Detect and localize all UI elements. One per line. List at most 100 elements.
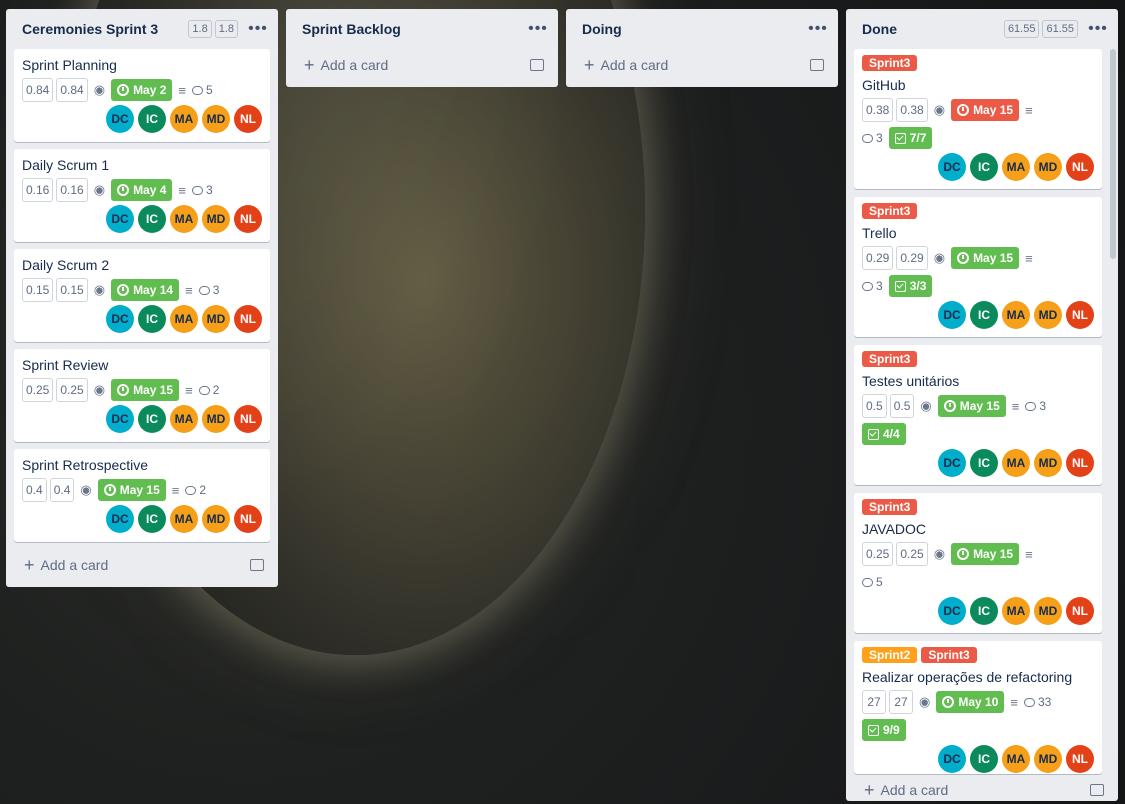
avatar[interactable]: NL <box>1066 301 1094 329</box>
list-scrollbar[interactable] <box>1110 49 1116 259</box>
avatar[interactable]: NL <box>234 405 262 433</box>
avatar[interactable]: IC <box>138 405 166 433</box>
card-members: DC IC MA MD NL <box>22 305 262 333</box>
avatar[interactable]: MA <box>1002 597 1030 625</box>
due-date-badge[interactable]: May 15 <box>951 247 1020 269</box>
card-daily-scrum-1[interactable]: Daily Scrum 1 0.16 0.16 ◉ May 4 ≡ 3 DC I… <box>14 149 270 242</box>
avatar[interactable]: NL <box>1066 449 1094 477</box>
more-icon[interactable]: ••• <box>246 20 270 38</box>
more-icon[interactable]: ••• <box>1086 20 1110 38</box>
avatar[interactable]: IC <box>138 505 166 533</box>
template-icon[interactable] <box>810 59 824 71</box>
spent-badge: 0.16 <box>56 178 88 202</box>
avatar[interactable]: IC <box>970 301 998 329</box>
avatar[interactable]: DC <box>938 597 966 625</box>
avatar[interactable]: MD <box>202 505 230 533</box>
avatar[interactable]: MA <box>1002 301 1030 329</box>
due-date-badge[interactable]: May 15 <box>951 543 1020 565</box>
template-icon[interactable] <box>250 559 264 571</box>
card-sprint-retrospective[interactable]: Sprint Retrospective 0.4 0.4 ◉ May 15 ≡ … <box>14 449 270 542</box>
card-title: Sprint Review <box>22 357 109 373</box>
avatar[interactable]: NL <box>234 105 262 133</box>
avatar[interactable]: MD <box>1034 301 1062 329</box>
avatar[interactable]: NL <box>234 205 262 233</box>
avatar[interactable]: IC <box>970 745 998 773</box>
card-title: JAVADOC <box>862 521 927 537</box>
clock-icon <box>117 284 130 296</box>
avatar[interactable]: MA <box>170 505 198 533</box>
avatar[interactable]: IC <box>138 205 166 233</box>
card-sprint-planning[interactable]: Sprint Planning 0.84 0.84 ◉ May 2 ≡ 5 DC… <box>14 49 270 142</box>
list-title[interactable]: Doing <box>582 21 798 37</box>
avatar[interactable]: IC <box>138 105 166 133</box>
template-icon[interactable] <box>530 59 544 71</box>
list-title[interactable]: Done <box>862 21 1001 37</box>
comments-count: 3 <box>876 279 883 293</box>
card-javadoc[interactable]: Sprint3 JAVADOC 0.25 0.25 ◉ May 15 ≡ 5 D… <box>854 493 1102 633</box>
avatar[interactable]: MA <box>170 405 198 433</box>
avatar[interactable]: MD <box>1034 597 1062 625</box>
avatar[interactable]: NL <box>1066 597 1094 625</box>
avatar[interactable]: DC <box>938 153 966 181</box>
avatar[interactable]: IC <box>970 153 998 181</box>
due-date-badge[interactable]: May 10 <box>936 691 1005 713</box>
avatar[interactable]: IC <box>970 597 998 625</box>
comments-badge: 5 <box>862 575 883 589</box>
avatar[interactable]: IC <box>138 305 166 333</box>
avatar[interactable]: MD <box>1034 745 1062 773</box>
due-date-badge[interactable]: May 15 <box>111 379 180 401</box>
avatar[interactable]: MA <box>1002 153 1030 181</box>
card-daily-scrum-2[interactable]: Daily Scrum 2 0.15 0.15 ◉ May 14 ≡ 3 DC … <box>14 249 270 342</box>
add-card-button[interactable]: + Add a card <box>574 49 830 81</box>
avatar[interactable]: MA <box>170 205 198 233</box>
avatar[interactable]: MD <box>202 305 230 333</box>
due-date-badge[interactable]: May 2 <box>111 79 173 101</box>
avatar[interactable]: NL <box>234 505 262 533</box>
estimate-badge: 0.25 <box>862 542 894 566</box>
more-icon[interactable]: ••• <box>806 20 830 38</box>
watch-eye-icon: ◉ <box>920 398 932 413</box>
avatar[interactable]: MD <box>1034 153 1062 181</box>
avatar[interactable]: MA <box>170 105 198 133</box>
card-members: DC IC MA MD NL <box>862 449 1094 477</box>
due-date-badge[interactable]: May 14 <box>111 279 180 301</box>
card-testes-unitarios[interactable]: Sprint3 Testes unitários 0.5 0.5 ◉ May 1… <box>854 345 1102 485</box>
due-date-badge[interactable]: May 15 <box>937 395 1006 417</box>
due-date-badge[interactable]: May 15 <box>951 99 1020 121</box>
avatar[interactable]: DC <box>938 745 966 773</box>
avatar[interactable]: DC <box>106 405 134 433</box>
avatar[interactable]: DC <box>938 449 966 477</box>
avatar[interactable]: NL <box>1066 745 1094 773</box>
watch-eye-icon: ◉ <box>933 102 946 117</box>
add-card-button[interactable]: + Add a card <box>294 49 550 81</box>
avatar[interactable]: IC <box>970 449 998 477</box>
avatar[interactable]: MD <box>202 405 230 433</box>
due-date-badge[interactable]: May 15 <box>97 479 166 501</box>
avatar[interactable]: DC <box>106 505 134 533</box>
card-realizar-refactoring[interactable]: Sprint2 Sprint3 Realizar operações de re… <box>854 641 1102 774</box>
list-title[interactable]: Sprint Backlog <box>302 21 518 37</box>
card-sprint-review[interactable]: Sprint Review 0.25 0.25 ◉ May 15 ≡ 2 DC … <box>14 349 270 442</box>
add-card-button[interactable]: + Add a card <box>14 549 270 581</box>
comments-count: 5 <box>876 575 883 589</box>
avatar[interactable]: MA <box>1002 745 1030 773</box>
avatar[interactable]: DC <box>106 105 134 133</box>
avatar[interactable]: DC <box>938 301 966 329</box>
card-trello[interactable]: Sprint3 Trello 0.29 0.29 ◉ May 15 ≡ 3 3/… <box>854 197 1102 337</box>
avatar[interactable]: NL <box>1066 153 1094 181</box>
avatar[interactable]: MD <box>202 205 230 233</box>
card-github[interactable]: Sprint3 GitHub 0.38 0.38 ◉ May 15 ≡ 3 7/… <box>854 49 1102 189</box>
due-date-badge[interactable]: May 4 <box>111 179 173 201</box>
plus-icon: + <box>304 55 315 75</box>
template-icon[interactable] <box>1090 784 1104 796</box>
avatar[interactable]: MA <box>1002 449 1030 477</box>
avatar[interactable]: DC <box>106 205 134 233</box>
avatar[interactable]: MA <box>170 305 198 333</box>
avatar[interactable]: NL <box>234 305 262 333</box>
avatar[interactable]: DC <box>106 305 134 333</box>
list-title[interactable]: Ceremonies Sprint 3 <box>22 21 185 37</box>
more-icon[interactable]: ••• <box>526 20 550 38</box>
avatar[interactable]: MD <box>1034 449 1062 477</box>
avatar[interactable]: MD <box>202 105 230 133</box>
add-card-button[interactable]: + Add a card <box>854 776 1110 804</box>
